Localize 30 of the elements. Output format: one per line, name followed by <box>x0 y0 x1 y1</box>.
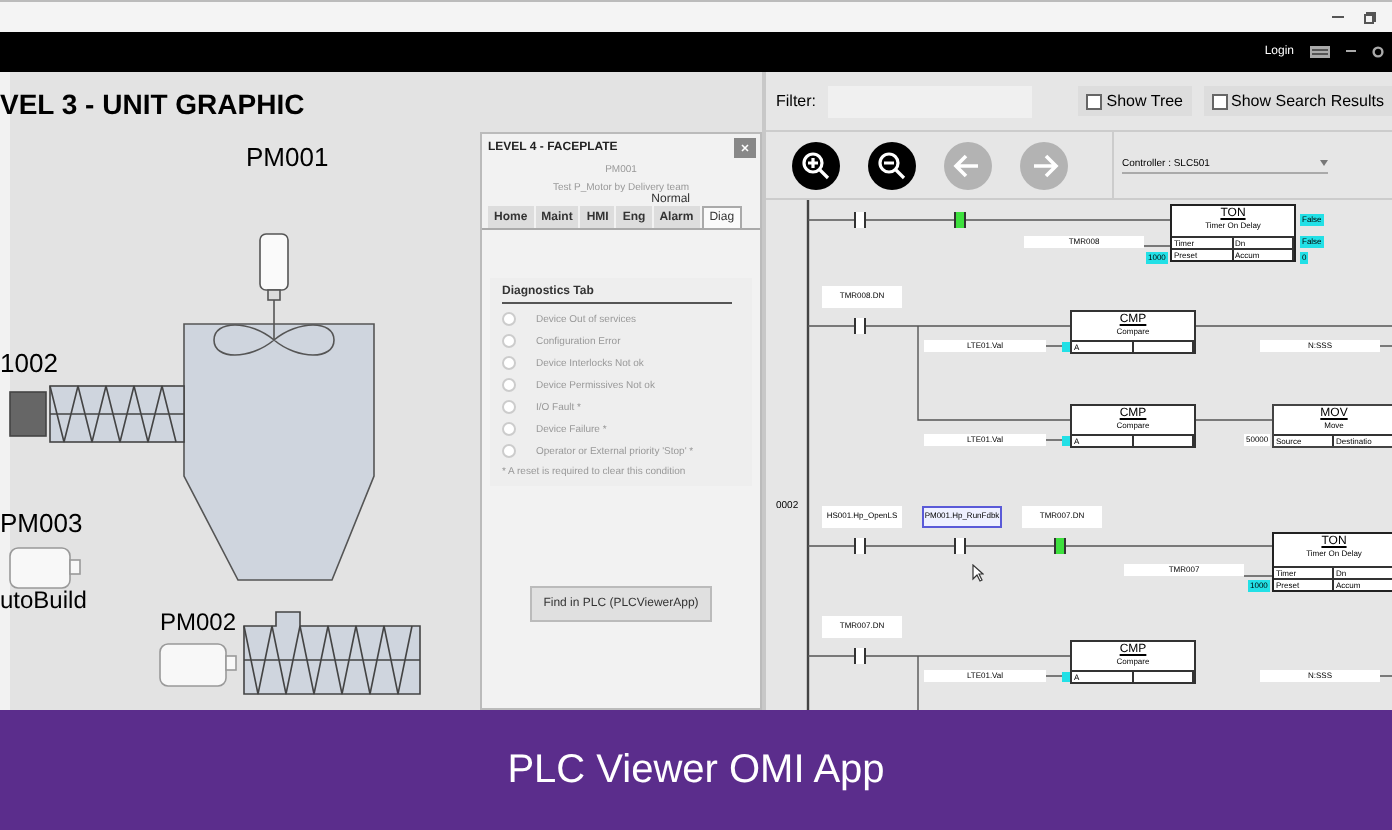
zoom-out-button[interactable] <box>868 141 916 189</box>
zoom-in-button[interactable] <box>792 141 840 189</box>
equipment-label: 1002 <box>0 348 58 378</box>
motor-drawing <box>9 547 81 589</box>
contact-icon[interactable] <box>850 212 870 228</box>
banner-title: PLC Viewer OMI App <box>0 710 1392 830</box>
equipment-label: PM001 <box>246 142 329 172</box>
cursor-icon <box>972 564 984 582</box>
contact-icon[interactable] <box>1050 538 1070 554</box>
settings-icon[interactable] <box>1372 46 1384 58</box>
restore-icon[interactable] <box>1364 11 1376 23</box>
equipment-label: PM003 <box>0 508 83 538</box>
contact-icon[interactable] <box>950 538 970 554</box>
equipment-label: utoBuild <box>0 586 87 614</box>
minimize-icon[interactable] <box>1346 50 1356 54</box>
checkbox[interactable] <box>1086 93 1103 109</box>
contact-icon[interactable] <box>850 318 870 334</box>
pin-marker <box>1062 342 1070 352</box>
keyboard-icon[interactable] <box>1310 46 1330 58</box>
contact-icon[interactable] <box>950 212 970 228</box>
contact-icon[interactable] <box>850 538 870 554</box>
pin-marker <box>1062 672 1070 682</box>
caret-icon <box>1320 160 1328 166</box>
checkbox[interactable] <box>1211 93 1228 109</box>
equipment-label: PM002 <box>160 608 237 636</box>
contact-icon[interactable] <box>850 648 870 664</box>
pin-marker <box>1062 436 1070 446</box>
minimize-icon[interactable] <box>1332 15 1344 19</box>
filter-label: Filter: <box>776 92 816 110</box>
unit-graphic-title: VEL 3 - UNIT GRAPHIC <box>0 88 305 120</box>
